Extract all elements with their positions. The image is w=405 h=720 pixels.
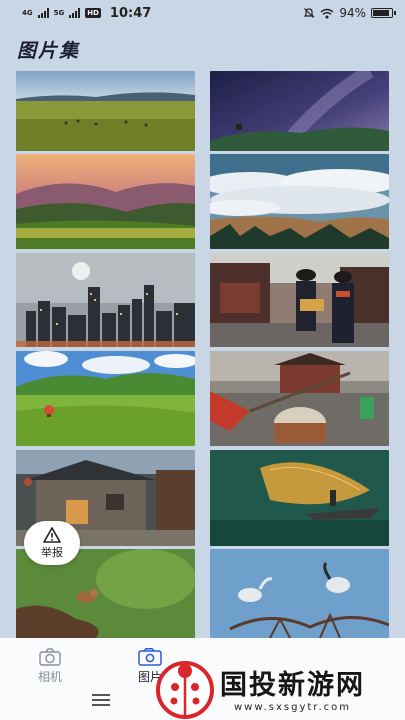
network-5g-label: 5G [53,8,65,17]
hd-badge: HD [85,8,101,18]
gallery-image[interactable] [210,154,389,249]
drum-performance-image [210,351,389,446]
ladybug-logo-icon [156,660,214,719]
report-button[interactable]: 举报 [24,521,80,565]
green-hills-image [16,351,195,446]
city-night-image [16,253,195,347]
wifi-icon [320,8,334,18]
clock: 10:47 [109,5,152,21]
gallery-image[interactable] [210,549,389,638]
warning-triangle-icon [43,526,61,543]
gallery-image[interactable] [16,253,195,347]
gallery-image[interactable] [16,351,195,446]
battery-icon [371,8,396,18]
mute-icon [303,8,315,18]
gallery-image[interactable] [210,351,389,446]
watermark-url: www.sxsgytr.com [233,701,352,713]
gallery-image[interactable] [16,71,195,151]
tab-camera-label: 相机 [37,670,62,684]
tab-camera[interactable]: 相机 [20,648,80,685]
status-bar: 4G 5G HD 10:47 94% [0,0,405,26]
sunset-valley-image [16,154,195,249]
watermark-title: 国投新游网 [220,669,365,701]
battery-percent: 94% [339,6,366,20]
menu-handle-icon[interactable] [92,694,110,706]
report-label: 举报 [41,545,63,559]
starry-night-image [210,71,389,151]
gallery-image[interactable] [210,71,389,151]
gallery-image[interactable] [16,154,195,249]
network-4g-label: 4G [22,8,33,17]
signal-icon [37,8,49,18]
camera-icon [39,648,61,666]
grassland-image [16,71,195,151]
gallery-image[interactable] [210,253,389,347]
costumed-couple-image [210,253,389,347]
fisherman-net-image [210,450,389,546]
gallery-image[interactable] [210,450,389,546]
page-title: 图片集 [17,40,81,62]
watermark: 国投新游网 www.sxsgytr.com [154,655,405,720]
herons-image [210,549,389,638]
sea-of-clouds-image [210,154,389,249]
signal-icon-2 [69,8,81,18]
